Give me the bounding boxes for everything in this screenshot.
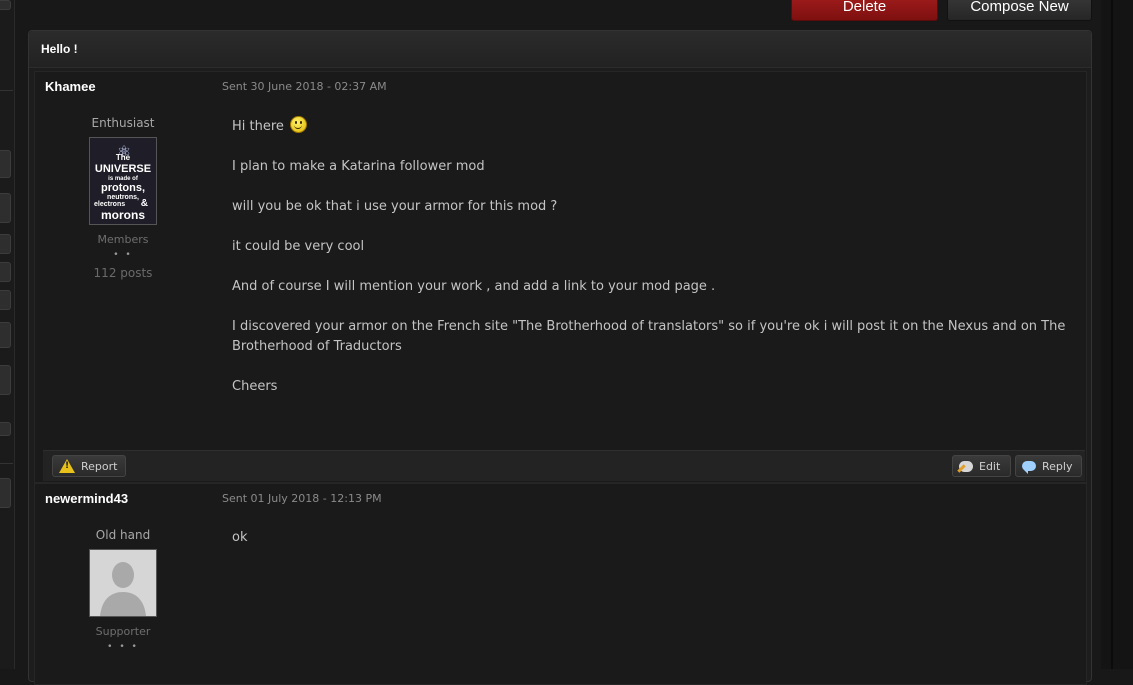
reply-button[interactable]: Reply — [1015, 455, 1082, 477]
post-paragraph: Hi there — [232, 119, 284, 134]
post-paragraph: it could be very cool — [232, 239, 365, 254]
author-rank: Enthusiast — [91, 116, 155, 130]
divider — [0, 90, 13, 91]
message-post: Khamee Sent 30 June 2018 - 02:37 AM Enth… — [34, 71, 1087, 483]
author-name-link[interactable]: Khamee — [45, 79, 96, 94]
edit-icon — [959, 460, 973, 472]
avatar[interactable] — [89, 549, 157, 617]
scrollbar-line — [1111, 0, 1113, 669]
sidebar-tab[interactable] — [0, 0, 11, 10]
left-sidebar-edge — [0, 0, 15, 669]
post-paragraph: ok — [232, 530, 248, 545]
smiley-icon — [290, 116, 308, 133]
sidebar-tab[interactable] — [0, 422, 11, 436]
reply-label: Reply — [1042, 459, 1073, 473]
message-post: newermind43 Sent 01 July 2018 - 12:13 PM… — [34, 483, 1087, 685]
report-button[interactable]: Report — [52, 455, 126, 477]
post-content: Hi there I plan to make a Katarina follo… — [232, 116, 1072, 417]
avatar-text: UNIVERSE — [94, 163, 152, 175]
avatar-text: The — [115, 153, 131, 162]
author-name-link[interactable]: newermind43 — [45, 491, 128, 506]
default-user-icon — [90, 550, 156, 616]
conversation-panel: Hello ! Khamee Sent 30 June 2018 - 02:37… — [28, 30, 1092, 685]
post-content: ok — [232, 528, 1072, 568]
member-group: Members — [97, 233, 149, 246]
post-actions-bar: Report Edit Reply — [43, 450, 1085, 481]
author-info: Enthusiast ⚛ The UNIVERSE is made of pro… — [73, 116, 173, 280]
warning-icon — [59, 459, 75, 473]
divider — [0, 463, 13, 464]
post-paragraph: And of course I will mention your work ,… — [232, 279, 716, 294]
post-paragraph: I plan to make a Katarina follower mod — [232, 159, 485, 174]
sidebar-tab[interactable] — [0, 365, 11, 395]
conversation-title: Hello ! — [29, 31, 1091, 68]
report-label: Report — [81, 459, 118, 473]
member-group: Supporter — [95, 625, 151, 638]
sidebar-tab[interactable] — [0, 478, 11, 508]
edit-label: Edit — [979, 459, 1001, 473]
sidebar-tab[interactable] — [0, 193, 11, 223]
post-count: 112 posts — [93, 266, 153, 280]
post-paragraph: will you be ok that i use your armor for… — [232, 199, 558, 214]
delete-button[interactable]: Delete — [791, 0, 938, 21]
rank-pips: • • — [113, 250, 133, 260]
avatar[interactable]: ⚛ The UNIVERSE is made of protons, neutr… — [89, 137, 157, 225]
speech-bubble-icon — [1022, 461, 1036, 474]
sidebar-tab[interactable] — [0, 150, 11, 178]
sidebar-tab[interactable] — [0, 322, 11, 348]
sidebar-tab[interactable] — [0, 262, 11, 282]
post-paragraph: I discovered your armor on the French si… — [232, 319, 1066, 354]
edit-button[interactable]: Edit — [952, 455, 1011, 477]
author-info: Old hand Supporter • • • — [73, 528, 173, 652]
sidebar-tab[interactable] — [0, 290, 11, 310]
scrollbar-track[interactable] — [1101, 0, 1133, 669]
post-paragraph: Cheers — [232, 379, 278, 394]
sidebar-tab[interactable] — [0, 234, 11, 254]
post-date: Sent 30 June 2018 - 02:37 AM — [222, 80, 387, 93]
author-rank: Old hand — [95, 528, 151, 542]
avatar-text: protons, — [101, 182, 145, 194]
compose-new-button[interactable]: Compose New — [947, 0, 1092, 21]
avatar-text: morons — [100, 208, 145, 222]
rank-pips: • • • — [107, 642, 139, 652]
post-date: Sent 01 July 2018 - 12:13 PM — [222, 492, 382, 505]
